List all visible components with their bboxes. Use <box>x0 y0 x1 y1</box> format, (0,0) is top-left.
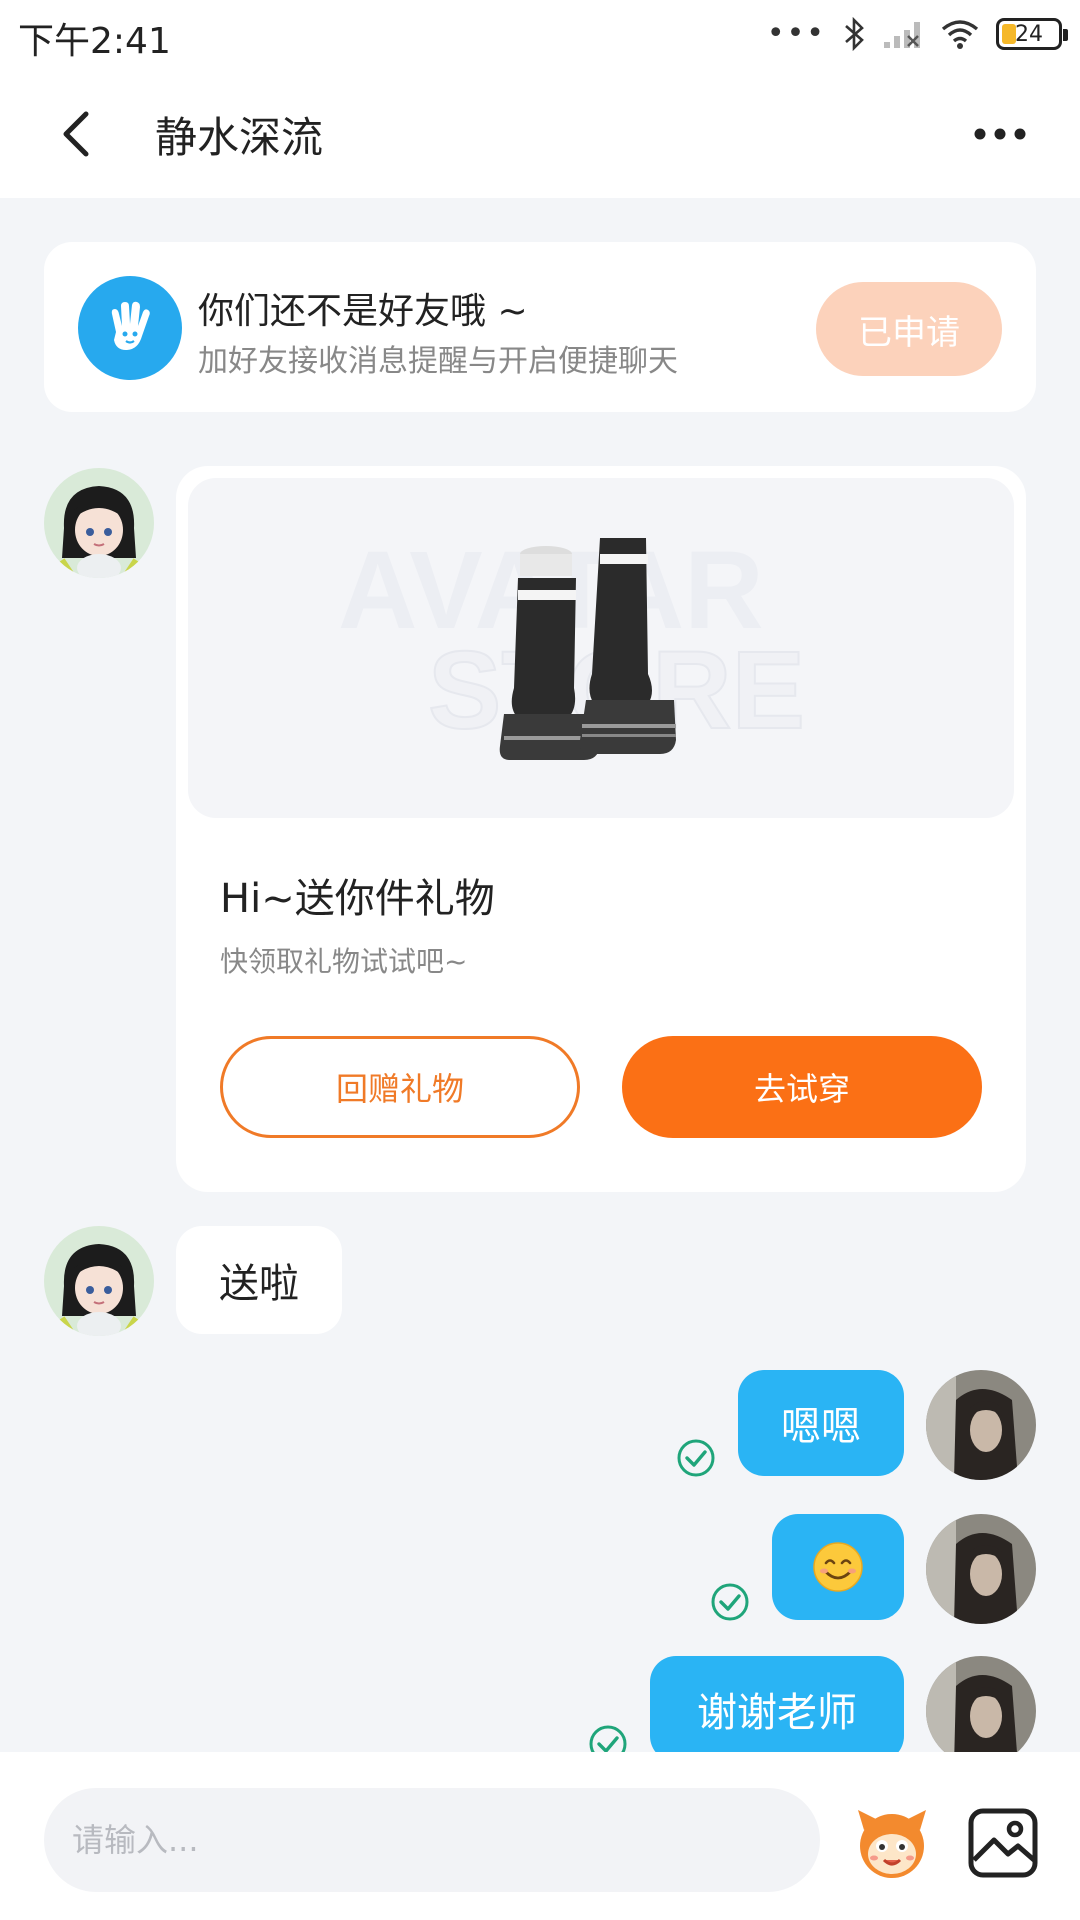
message-bubble-sent[interactable] <box>772 1514 904 1620</box>
notice-title: 你们还不是好友哦 ~ <box>198 291 528 332</box>
read-check-icon <box>677 1439 715 1477</box>
battery-icon: 24 <box>996 18 1068 50</box>
status-time: 下午2:41 <box>18 21 171 62</box>
return-gift-button[interactable]: 回赠礼物 <box>220 1036 580 1138</box>
more-options-button[interactable] <box>970 114 1030 154</box>
wifi-icon <box>941 20 979 49</box>
message-bubble-sent[interactable]: 谢谢老师 <box>650 1656 904 1762</box>
image-picker-icon[interactable] <box>966 1806 1040 1880</box>
gift-card: AVATAR STORE Hi~送你件礼物 快领取礼物试试吧~ 回赠礼物 去试穿 <box>176 466 1026 1192</box>
hand-wave-icon <box>78 276 182 380</box>
smile-emoji-icon <box>813 1542 863 1592</box>
message-input[interactable] <box>44 1788 820 1892</box>
sender-avatar[interactable] <box>44 1226 154 1336</box>
gift-title: Hi~送你件礼物 <box>220 876 495 922</box>
more-dots-icon: ••• <box>766 16 826 51</box>
chat-header: 静水深流 <box>0 70 1080 198</box>
bluetooth-icon <box>845 16 864 52</box>
back-button[interactable] <box>50 104 100 164</box>
message-bubble-sent[interactable]: 嗯嗯 <box>738 1370 904 1476</box>
read-check-icon <box>711 1583 749 1621</box>
status-bar: 下午2:41 ••• 24 <box>0 0 1080 70</box>
my-avatar[interactable] <box>926 1370 1036 1480</box>
status-icons: ••• 24 <box>766 14 1068 54</box>
message-bubble-received[interactable]: 送啦 <box>176 1226 342 1334</box>
input-bar <box>0 1752 1080 1920</box>
sender-avatar[interactable] <box>44 468 154 578</box>
mascot-emoji-icon[interactable] <box>850 1800 934 1884</box>
gift-subtitle: 快领取礼物试试吧~ <box>220 945 468 978</box>
battery-level: 24 <box>1015 21 1043 47</box>
my-avatar[interactable] <box>926 1514 1036 1624</box>
try-on-button[interactable]: 去试穿 <box>622 1036 982 1138</box>
signal-icon <box>884 22 920 48</box>
boots-gift-image: AVATAR STORE <box>188 478 1014 818</box>
friend-request-notice: 你们还不是好友哦 ~ 加好友接收消息提醒与开启便捷聊天 已申请 <box>44 242 1036 412</box>
notice-subtitle: 加好友接收消息提醒与开启便捷聊天 <box>198 344 678 379</box>
chat-title: 静水深流 <box>155 113 324 162</box>
my-avatar[interactable] <box>926 1656 1036 1766</box>
applied-button[interactable]: 已申请 <box>816 282 1002 376</box>
